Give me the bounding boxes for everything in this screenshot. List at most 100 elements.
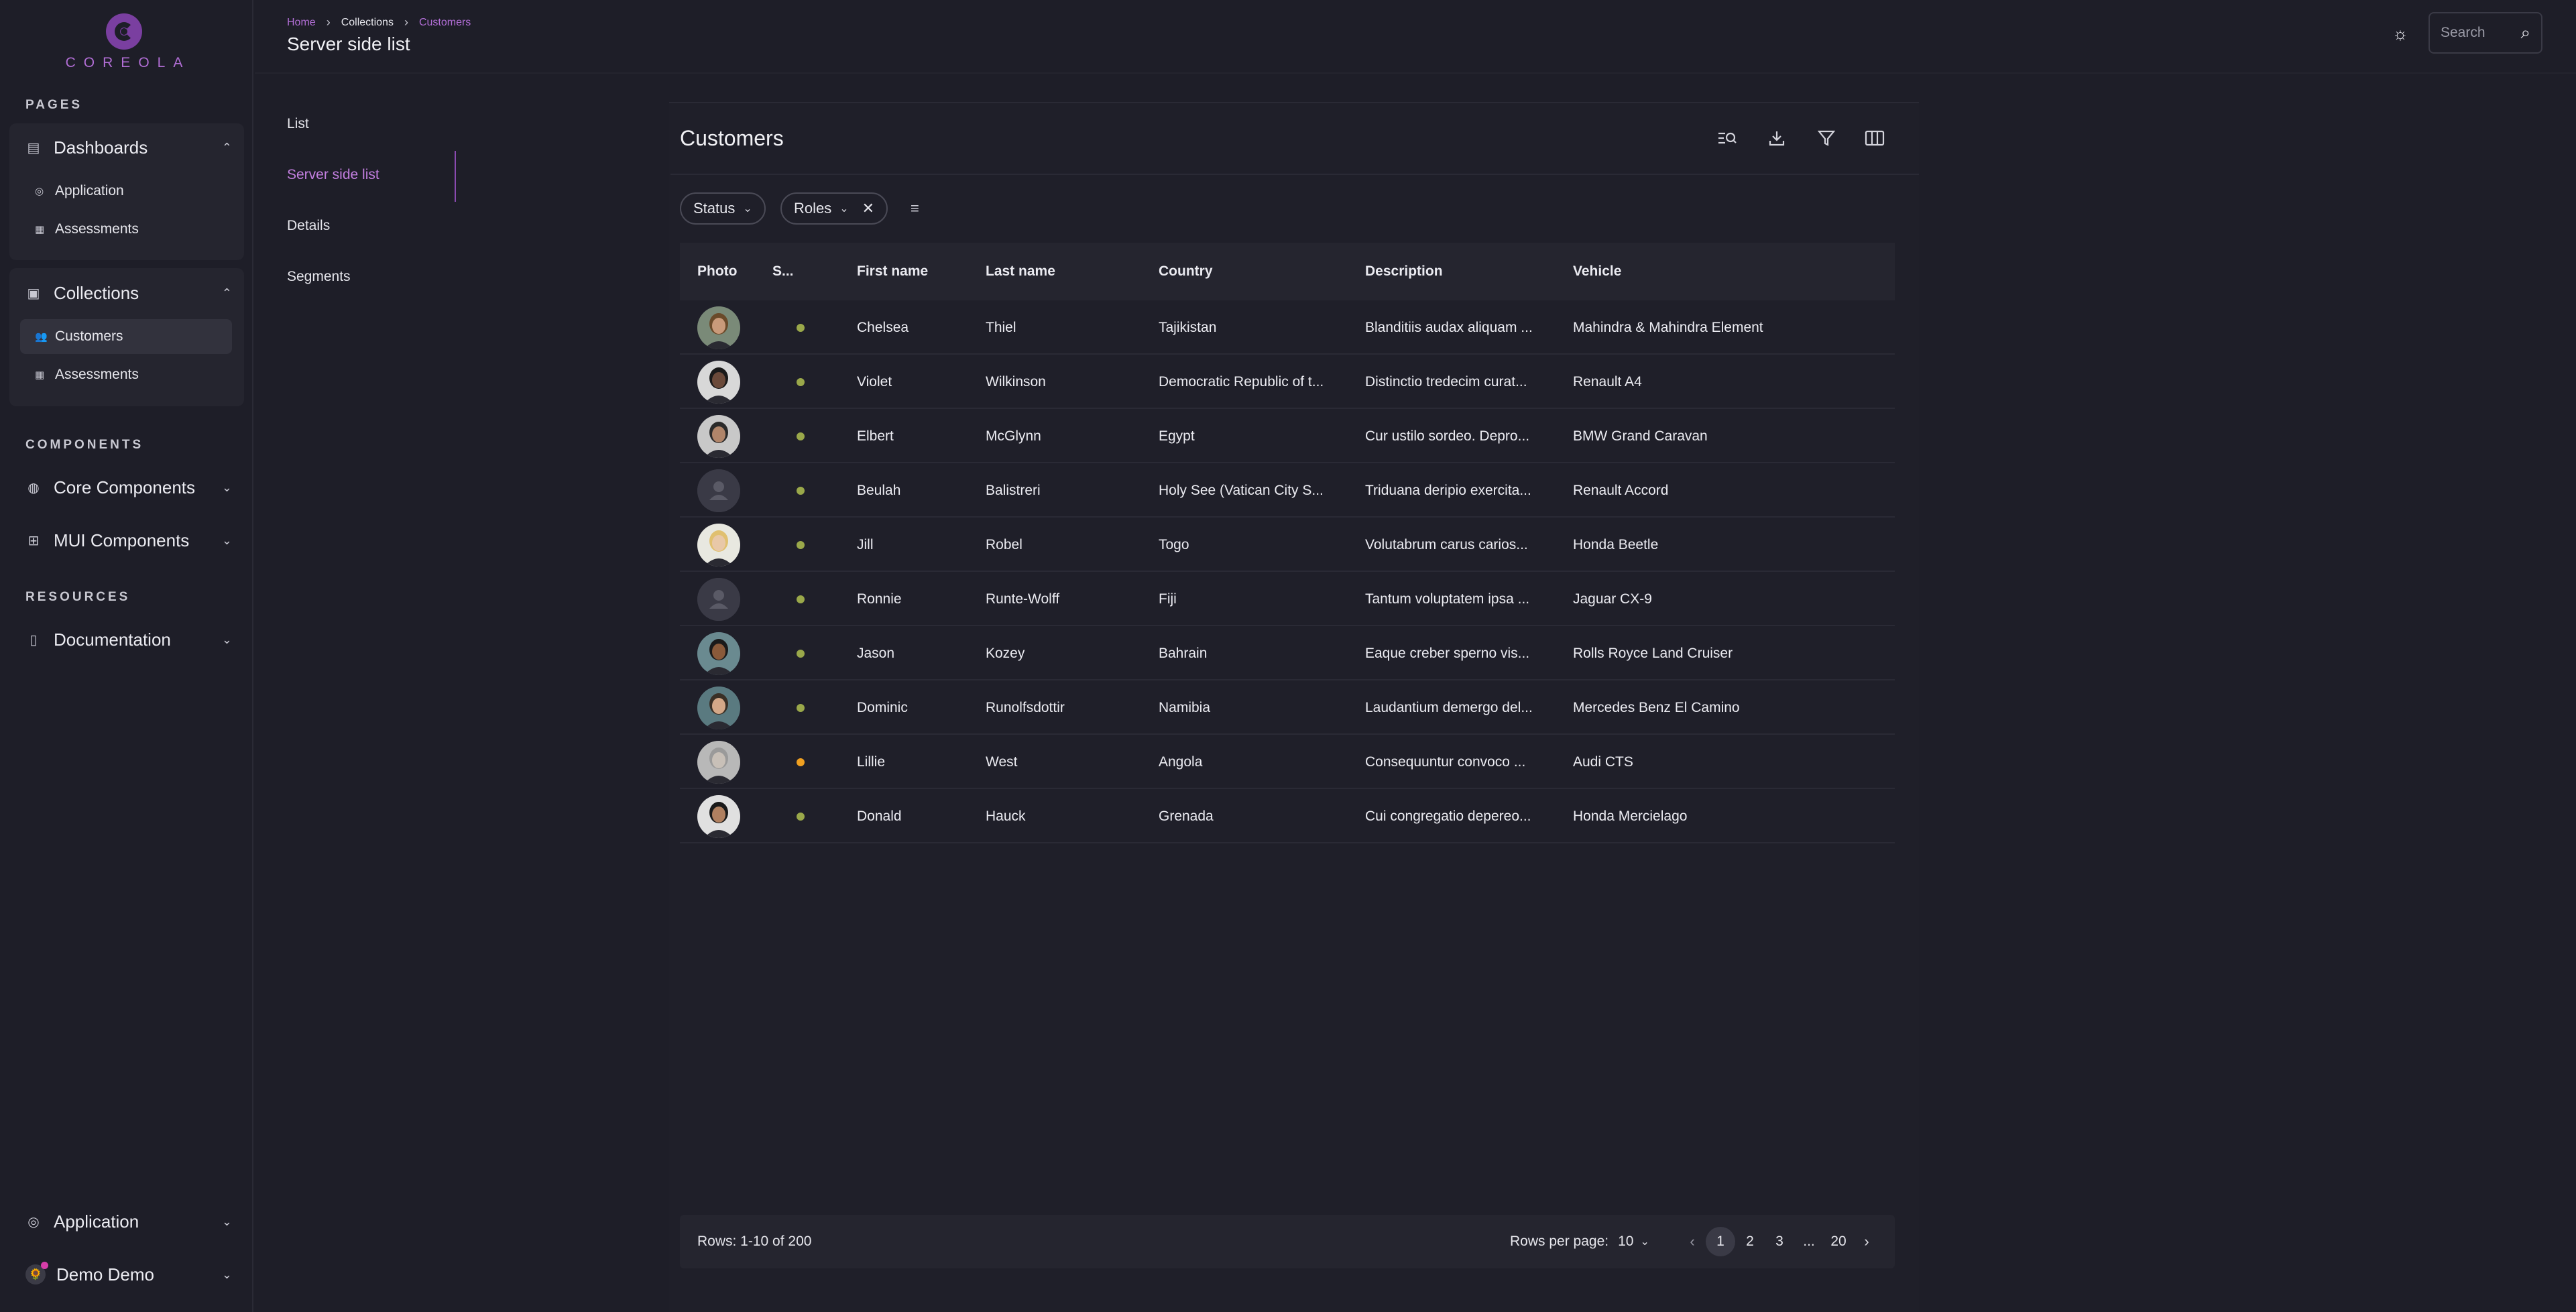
nav-documentation[interactable]: ▯ Documentation ⌄ bbox=[25, 626, 232, 653]
column-header-status[interactable]: S... bbox=[772, 243, 794, 300]
status-cell bbox=[797, 572, 805, 626]
chevron-right-icon: › bbox=[326, 15, 331, 29]
table-row[interactable]: Beulah Balistreri Holy See (Vatican City S… bbox=[680, 463, 1895, 518]
subnav-details[interactable]: Details bbox=[287, 202, 455, 249]
assessment-icon: ▦ bbox=[35, 224, 45, 235]
subnav-segments[interactable]: Segments bbox=[287, 253, 455, 300]
page-button-20[interactable]: 20 bbox=[1824, 1227, 1853, 1256]
nav-collections-assessments[interactable]: ▦ Assessments bbox=[20, 357, 232, 392]
people-icon: 👥 bbox=[35, 331, 48, 343]
first-name-cell: Chelsea bbox=[857, 319, 909, 335]
search-input[interactable] bbox=[2441, 25, 2508, 41]
photo-cell bbox=[697, 355, 740, 409]
table-row[interactable]: Donald Hauck Grenada Cui congregatio depere… bbox=[680, 789, 1895, 843]
nav-collections-label: Collections bbox=[54, 282, 139, 303]
nav-collections-customers[interactable]: 👥 Customers bbox=[20, 319, 232, 354]
chevron-down-icon: ⌄ bbox=[221, 1267, 232, 1281]
nav-dashboards[interactable]: ▤ Dashboards ⌃ bbox=[25, 134, 232, 161]
notification-dot bbox=[41, 1262, 48, 1269]
vehicle-cell: Renault A4 bbox=[1573, 373, 1642, 390]
sidebar: COREOLA PAGES ▤ Dashboards ⌃ ◎ Applicati… bbox=[0, 0, 253, 1312]
roles-filter-chip[interactable]: Roles ⌄ ✕ bbox=[780, 192, 888, 225]
nav-core-components[interactable]: ◍ Core Components ⌄ bbox=[25, 474, 232, 501]
columns-icon[interactable] bbox=[1863, 126, 1887, 150]
status-cell bbox=[797, 626, 805, 680]
status-dot bbox=[797, 703, 805, 712]
search-icon[interactable]: ⌕ bbox=[2520, 22, 2530, 44]
application-icon: ◎ bbox=[35, 186, 44, 197]
last-name-cell: Balistreri bbox=[986, 482, 1041, 498]
page-button-1[interactable]: 1 bbox=[1706, 1227, 1735, 1256]
status-dot bbox=[797, 540, 805, 549]
user-menu[interactable]: 🌻 Demo Demo ⌄ bbox=[25, 1261, 232, 1288]
table-row[interactable]: Elbert McGlynn Egypt Cur ustilo sordeo. Dep… bbox=[680, 409, 1895, 463]
table-row[interactable]: Jill Robel Togo Volutabrum carus carios... H… bbox=[680, 518, 1895, 572]
nav-application-switch[interactable]: ◎ Application ⌄ bbox=[25, 1208, 232, 1235]
breadcrumb-home[interactable]: Home bbox=[287, 17, 316, 29]
avatar bbox=[697, 360, 740, 404]
table-row[interactable]: Chelsea Thiel Tajikistan Blanditiis audax a… bbox=[680, 300, 1895, 355]
rows-per-page-select[interactable]: 10 ⌄ bbox=[1618, 1234, 1649, 1250]
table-row[interactable]: Lillie West Angola Consequuntur convoco ...… bbox=[680, 735, 1895, 789]
nav-dashboards-assessments[interactable]: ▦ Assessments bbox=[20, 212, 232, 247]
page-button-2[interactable]: 2 bbox=[1735, 1227, 1765, 1256]
header-divider bbox=[255, 72, 2576, 74]
column-header-description[interactable]: Description bbox=[1365, 243, 1443, 300]
subnav-server-side-list[interactable]: Server side list bbox=[287, 152, 455, 198]
rows-info: Rows: 1-10 of 200 bbox=[697, 1234, 812, 1249]
last-name-cell: Wilkinson bbox=[986, 373, 1046, 390]
chevron-down-icon: ⌄ bbox=[743, 203, 752, 215]
chevron-right-icon[interactable]: › bbox=[1853, 1227, 1880, 1256]
subnav-list[interactable]: List bbox=[287, 101, 455, 147]
assessment-icon: ▦ bbox=[35, 369, 45, 381]
column-header-photo[interactable]: Photo bbox=[697, 243, 737, 300]
column-header-last-name[interactable]: Last name bbox=[986, 243, 1055, 300]
user-name: Demo Demo bbox=[56, 1264, 154, 1285]
chevron-left-icon[interactable]: ‹ bbox=[1679, 1227, 1706, 1256]
status-cell bbox=[797, 463, 805, 518]
chevron-down-icon: ⌄ bbox=[221, 1214, 232, 1228]
country-cell: Bahrain bbox=[1159, 645, 1208, 661]
description-cell: Laudantium demergo del... bbox=[1365, 699, 1533, 715]
table-footer: Rows: 1-10 of 200 Rows per page: 10 ⌄ ‹ … bbox=[680, 1215, 1895, 1268]
filter-icon[interactable] bbox=[1814, 126, 1838, 150]
page-button-3[interactable]: 3 bbox=[1765, 1227, 1794, 1256]
table-row[interactable]: Dominic Runolfsdottir Namibia Laudantium de… bbox=[680, 680, 1895, 735]
status-filter-chip[interactable]: Status ⌄ bbox=[680, 192, 766, 225]
vehicle-cell: Renault Accord bbox=[1573, 482, 1669, 498]
table-row[interactable]: Jason Kozey Bahrain Eaque creber sperno vis… bbox=[680, 626, 1895, 680]
breadcrumb-collections[interactable]: Collections bbox=[341, 17, 394, 29]
subnav-active-indicator bbox=[455, 151, 456, 202]
nav-mui-components[interactable]: ⊞ MUI Components ⌄ bbox=[25, 527, 232, 554]
chevron-down-icon: ⌄ bbox=[221, 632, 232, 646]
sort-icon[interactable]: ≡ bbox=[911, 200, 919, 217]
country-cell: Holy See (Vatican City S... bbox=[1159, 482, 1324, 498]
nav-dashboards-application[interactable]: ◎ Application bbox=[20, 174, 232, 208]
chevron-up-icon: ⌃ bbox=[221, 286, 232, 300]
search-list-icon[interactable] bbox=[1715, 126, 1739, 150]
close-icon[interactable]: ✕ bbox=[862, 200, 874, 217]
column-header-first-name[interactable]: First name bbox=[857, 243, 928, 300]
page-ellipsis: ... bbox=[1803, 1234, 1815, 1249]
table-row[interactable]: Violet Wilkinson Democratic Republic of t.… bbox=[680, 355, 1895, 409]
status-dot bbox=[797, 486, 805, 495]
photo-cell bbox=[697, 572, 740, 626]
section-label-resources: RESOURCES bbox=[25, 590, 131, 604]
avatar: 🌻 bbox=[25, 1262, 48, 1285]
download-icon[interactable] bbox=[1765, 126, 1789, 150]
photo-cell bbox=[697, 680, 740, 735]
nav-label: Documentation bbox=[54, 629, 171, 650]
table-row[interactable]: Ronnie Runte-Wolff Fiji Tantum voluptatem i… bbox=[680, 572, 1895, 626]
photo-cell bbox=[697, 735, 740, 789]
status-dot bbox=[797, 377, 805, 386]
nav-collections[interactable]: ▣ Collections ⌃ bbox=[25, 280, 232, 306]
logo[interactable]: COREOLA bbox=[0, 13, 248, 71]
column-header-country[interactable]: Country bbox=[1159, 243, 1213, 300]
description-cell: Cui congregatio depereo... bbox=[1365, 808, 1531, 824]
column-header-vehicle[interactable]: Vehicle bbox=[1573, 243, 1621, 300]
theme-toggle-icon[interactable]: ☼ bbox=[2390, 23, 2411, 44]
search-field[interactable]: ⌕ bbox=[2428, 12, 2542, 54]
status-dot bbox=[797, 649, 805, 658]
description-cell: Tantum voluptatem ipsa ... bbox=[1365, 591, 1530, 607]
pagination: ‹ 1 2 3 ... 20 › bbox=[1679, 1215, 1880, 1268]
